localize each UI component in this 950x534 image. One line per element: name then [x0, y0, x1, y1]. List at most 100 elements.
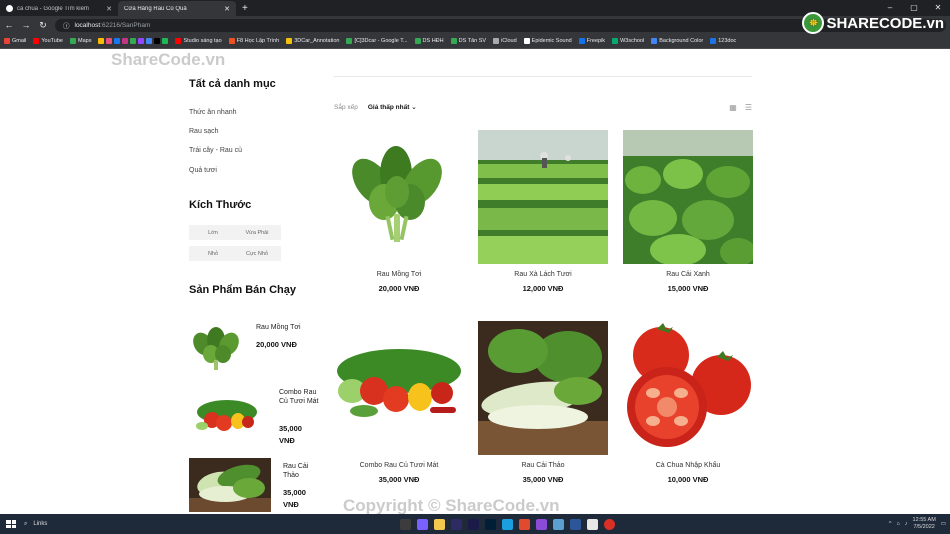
product-price: 12,000 VNĐ: [522, 284, 564, 293]
tab-title: cà chua - Google Tìm kiếm: [17, 5, 89, 12]
app-icon[interactable]: [417, 518, 428, 530]
size-button[interactable]: Vừa Phải: [233, 225, 281, 240]
size-button[interactable]: Lớn: [189, 225, 237, 240]
app-icon[interactable]: [519, 518, 530, 530]
product-card[interactable]: Rau Cải Xanh 15,000 VNĐ: [623, 130, 753, 293]
app-icon[interactable]: [400, 518, 411, 530]
bookmark-item[interactable]: W3school: [612, 38, 644, 44]
app-icon[interactable]: [536, 518, 547, 530]
app-icon[interactable]: [451, 518, 462, 530]
bestseller-name: Rau Cải Thảo: [283, 463, 309, 479]
close-tab-icon[interactable]: ✕: [106, 5, 112, 13]
sharecode-logo: ⛯ SHARECODE.vn: [802, 12, 944, 34]
bookmark-icons: [98, 38, 169, 44]
product-price: 35,000 VNĐ: [522, 475, 564, 484]
system-tray: ^ ⌂ ♪ 12:55 AM 7/5/2022 ▭: [889, 517, 946, 531]
bookmark-item[interactable]: Gmail: [4, 38, 26, 44]
app-icon[interactable]: [553, 518, 564, 530]
google-icon: [6, 5, 13, 12]
close-tab-icon[interactable]: ✕: [224, 5, 230, 13]
size-button[interactable]: Nhỏ: [189, 246, 237, 261]
product-price: 10,000 VNĐ: [667, 475, 709, 484]
app-icon[interactable]: [485, 518, 496, 530]
product-image: [623, 130, 753, 264]
product-price: 15,000 VNĐ: [667, 284, 709, 293]
list-view-icon[interactable]: ☰: [745, 103, 752, 112]
bestseller-price: 35,000 VNĐ: [279, 424, 302, 445]
bookmark-item[interactable]: iCloud: [493, 38, 517, 44]
bestseller-item[interactable]: Combo Rau Củ Tươi Mát 35,000 VNĐ: [189, 386, 324, 450]
bookmarks-bar: Gmail YouTube Maps Studio sáng tạo F8 Họ…: [0, 34, 950, 49]
bookmark-item[interactable]: DS Tân SV: [450, 38, 486, 44]
category-link[interactable]: Trái cây - Rau củ: [189, 147, 242, 154]
bookmark-item[interactable]: Epidemic Sound: [523, 38, 572, 44]
categories-title: Tất cả danh mục: [189, 78, 276, 90]
product-card[interactable]: Cà Chua Nhập Khẩu 10,000 VNĐ: [623, 321, 753, 484]
bestseller-image: [196, 400, 257, 431]
product-card[interactable]: Rau Cải Thảo 35,000 VNĐ: [478, 321, 608, 484]
watermark-bottom: Copyright © ShareCode.vn: [343, 496, 560, 514]
page-content: ShareCode.vn Tất cả danh mục Thức ăn nha…: [0, 50, 950, 514]
app-icon[interactable]: [604, 518, 615, 530]
url-host: localhost: [74, 21, 101, 29]
product-card[interactable]: Rau Mồng Tơi 20,000 VNĐ: [334, 130, 464, 293]
new-tab-button[interactable]: +: [236, 1, 254, 16]
app-icon[interactable]: [434, 518, 445, 530]
bestseller-price: 20,000 VNĐ: [256, 340, 297, 349]
category-link[interactable]: Thức ăn nhanh: [189, 109, 237, 116]
product-name: Cà Chua Nhập Khẩu: [655, 462, 721, 469]
bookmark-item[interactable]: YouTube: [33, 38, 63, 44]
divider: [334, 76, 752, 77]
app-icon[interactable]: [502, 518, 513, 530]
grid-view-icon[interactable]: ▦: [729, 103, 737, 112]
tab-shop[interactable]: Cửa Hàng Rau Củ Quả ✕: [0, 1, 236, 57]
taskbar: ⌕ Links ^ ⌂ ♪ 12:55 AM 7/5/2022 ▭: [0, 514, 950, 534]
product-name: Rau Xà Lách Tươi: [514, 271, 572, 278]
product-name: Rau Cải Xanh: [666, 271, 710, 278]
volume-icon[interactable]: ♪: [905, 521, 908, 527]
back-icon[interactable]: ←: [4, 20, 14, 30]
bookmark-item[interactable]: Background Color: [651, 38, 703, 44]
reload-icon[interactable]: ↻: [38, 20, 48, 31]
size-button[interactable]: Cực Nhỏ: [233, 246, 281, 261]
sort-label: Sắp xếp: [334, 103, 358, 111]
bookmark-item[interactable]: 123doc: [710, 38, 736, 44]
network-icon[interactable]: ⌂: [896, 521, 899, 527]
bookmark-item[interactable]: F8 Học Lập Trình: [228, 38, 279, 44]
bestseller-image: [189, 318, 243, 374]
category-link[interactable]: Rau sạch: [189, 128, 219, 135]
bookmark-item[interactable]: DS HĐH: [414, 38, 444, 44]
bookmark-item[interactable]: Studio sáng tạo: [175, 38, 222, 44]
taskbar-search[interactable]: ⌕ Links: [24, 521, 94, 528]
windows-start-icon[interactable]: [4, 518, 18, 530]
product-card[interactable]: Combo Rau Củ Tươi Mát 35,000 VNĐ: [334, 321, 464, 484]
forward-icon[interactable]: →: [21, 20, 31, 30]
notification-icon[interactable]: ▭: [941, 521, 946, 527]
bestseller-item[interactable]: Rau Cải Thảo 35,000 VNĐ: [189, 458, 324, 514]
chevron-down-icon: ⌄: [411, 104, 417, 111]
bookmark-item[interactable]: [C]3Dcar - Google T...: [346, 38, 408, 44]
tab-google-search[interactable]: cà chua - Google Tìm kiếm ✕: [0, 1, 118, 16]
bookmark-item[interactable]: 3DCar_Annotation: [286, 38, 339, 44]
category-link[interactable]: Quả tươi: [189, 167, 217, 174]
clock[interactable]: 12:55 AM 7/5/2022: [913, 517, 936, 531]
product-name: Combo Rau Củ Tươi Mát: [359, 462, 439, 469]
chevron-up-icon[interactable]: ^: [889, 521, 892, 527]
bestseller-image: [189, 458, 271, 512]
product-card[interactable]: Rau Xà Lách Tươi 12,000 VNĐ: [478, 130, 608, 293]
app-icon[interactable]: [570, 518, 581, 530]
watermark-top: ShareCode.vn: [111, 50, 226, 69]
tab-title: Cửa Hàng Rau Củ Quả: [124, 5, 187, 12]
bookmark-item[interactable]: Maps: [70, 38, 91, 44]
sort-dropdown[interactable]: Giá thấp nhất ⌄: [368, 103, 417, 111]
size-title: Kích Thước: [189, 199, 252, 211]
product-price: 20,000 VNĐ: [378, 284, 420, 293]
bestseller-price: 35,000 VNĐ: [283, 488, 306, 509]
bestseller-title: Sản Phẩm Bán Chạy: [189, 284, 296, 296]
bookmark-item[interactable]: Freepik: [578, 38, 605, 44]
app-icon[interactable]: [468, 518, 479, 530]
info-icon: ⓘ: [63, 23, 70, 30]
app-icon[interactable]: [587, 518, 598, 530]
url-path: :62216/SanPham: [100, 21, 151, 29]
bestseller-item[interactable]: Rau Mồng Tơi 20,000 VNĐ: [189, 318, 324, 374]
